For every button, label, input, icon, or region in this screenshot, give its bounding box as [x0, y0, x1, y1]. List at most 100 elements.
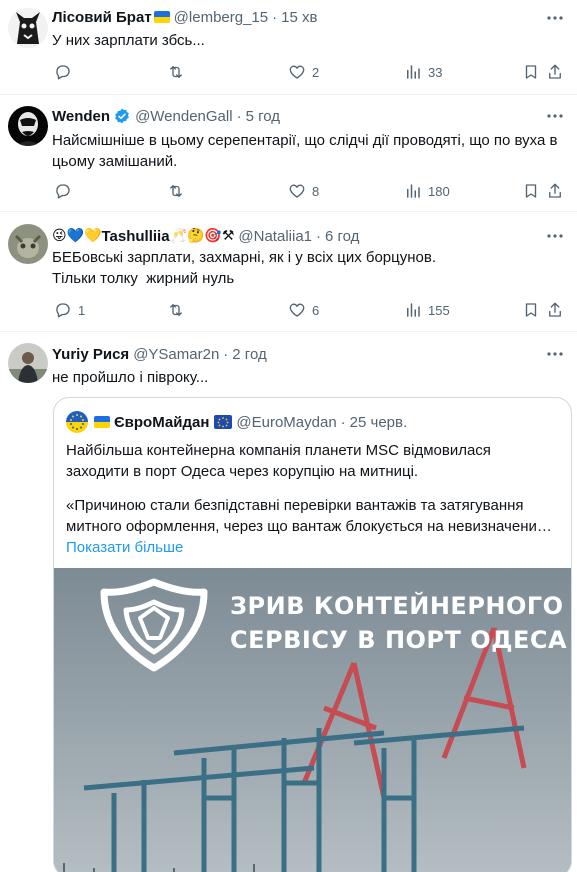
- media-title-line: ЗРИВ КОНТЕЙНЕРНОГО: [230, 592, 564, 620]
- action-bar: 8 180: [52, 181, 561, 201]
- quoted-text-line: заходити в порт Одеса через корупцію на …: [66, 463, 419, 480]
- repost-button[interactable]: [167, 62, 191, 82]
- display-name[interactable]: Yuriy Рися: [52, 346, 129, 363]
- tweet-text: Найсмішніше в цьому серепентарії, що слі…: [52, 130, 563, 172]
- reply-button[interactable]: [54, 62, 78, 82]
- repost-icon: [170, 66, 182, 78]
- repost-button[interactable]: [167, 300, 191, 320]
- analytics-icon: [407, 303, 420, 317]
- share-button[interactable]: [546, 181, 564, 201]
- reply-button[interactable]: [54, 181, 78, 201]
- tweet[interactable]: 😜💙💛 Tashulliia 🥂🤔🎯⚒ @Nataliia1 · 6 год Б…: [0, 212, 577, 332]
- tweet-text-line: не пройшло і півроку...: [52, 369, 209, 386]
- action-bar: 2 33: [52, 62, 561, 82]
- views-button[interactable]: 180: [404, 181, 450, 201]
- view-count: 33: [428, 64, 443, 80]
- like-count: 8: [312, 183, 320, 199]
- user-handle[interactable]: @lemberg_15: [174, 9, 268, 26]
- avatar-image: [8, 106, 48, 146]
- quoted-user-handle[interactable]: @EuroMaydan: [236, 414, 336, 431]
- more-options-icon[interactable]: [545, 226, 565, 246]
- bookmark-button[interactable]: [522, 181, 540, 201]
- tweet-text: У них зарплати збсь...: [52, 30, 563, 51]
- bookmark-icon: [525, 184, 537, 198]
- avatar[interactable]: [8, 224, 48, 264]
- like-button[interactable]: 8: [288, 181, 319, 201]
- bookmark-button[interactable]: [522, 62, 540, 82]
- views-button[interactable]: 33: [404, 62, 442, 82]
- timestamp[interactable]: 6 год: [325, 228, 359, 245]
- share-button[interactable]: [546, 300, 564, 320]
- quoted-timestamp[interactable]: 25 черв.: [350, 414, 408, 431]
- quoted-text-line: «Причиною стали безпідставні перевірки в…: [66, 497, 524, 514]
- repost-icon: [170, 304, 182, 316]
- view-count: 180: [428, 183, 450, 199]
- reply-button[interactable]: 1: [54, 300, 85, 320]
- eu-stars-icon: [66, 411, 88, 433]
- tweet[interactable]: Лісовий Брат @lemberg_15 · 15 хв У них з…: [0, 0, 577, 95]
- like-count: 6: [312, 302, 320, 318]
- tweet-text-line: БЕБовські зарплати, захмарні, як і у всі…: [52, 249, 437, 266]
- quoted-tweet[interactable]: ЄвроМайдан @EuroMaydan · 25 черв. Найбіл…: [53, 397, 572, 872]
- heart-icon: [289, 303, 305, 317]
- repost-icon: [170, 185, 182, 197]
- more-options-icon[interactable]: [545, 106, 565, 126]
- user-handle[interactable]: @WendenGall: [135, 108, 233, 125]
- show-more-link[interactable]: Показати більше: [66, 537, 561, 558]
- media-title-line: СЕРВІСУ В ПОРТ ОДЕСА: [230, 626, 568, 654]
- bookmark-icon: [525, 65, 537, 79]
- timestamp[interactable]: 5 год: [246, 108, 280, 125]
- quoted-text-line: митного оформлення, через що вантаж блок…: [66, 518, 552, 535]
- tweet-text-line: У них зарплати збсь...: [52, 32, 205, 49]
- view-count: 155: [428, 302, 450, 318]
- heart-icon: [289, 184, 305, 198]
- verified-badge-icon: [115, 108, 129, 124]
- avatar[interactable]: [8, 343, 48, 383]
- tweet-header: Yuriy Рися @YSamar2n · 2 год: [52, 344, 267, 364]
- share-icon: [549, 302, 561, 317]
- analytics-icon: [407, 65, 420, 79]
- like-count: 2: [312, 64, 320, 80]
- tweet-text-line: Найсмішніше в цьому серепентарії, що слі…: [52, 132, 558, 149]
- separator: ·: [236, 107, 242, 125]
- ukraine-flag-icon: [153, 11, 170, 23]
- heart-icon: [289, 65, 305, 79]
- repost-button[interactable]: [167, 181, 191, 201]
- avatar-image: [8, 224, 48, 264]
- tweet-text: БЕБовські зарплати, захмарні, як і у всі…: [52, 247, 563, 289]
- tweet-header: 😜💙💛 Tashulliia 🥂🤔🎯⚒ @Nataliia1 · 6 год: [52, 226, 359, 246]
- tweet-header: Лісовий Брат @lemberg_15 · 15 хв: [52, 7, 317, 27]
- user-handle[interactable]: @Nataliia1: [238, 228, 312, 245]
- quoted-media-image[interactable]: ЗРИВ КОНТЕЙНЕРНОГО СЕРВІСУ В ПОРТ ОДЕСА: [54, 568, 571, 872]
- quoted-avatar[interactable]: [66, 411, 88, 433]
- tweet[interactable]: Wenden @WendenGall · 5 год Найсмішніше в…: [0, 95, 577, 212]
- reply-icon: [56, 65, 70, 80]
- avatar[interactable]: [8, 8, 48, 48]
- quoted-display-name[interactable]: ЄвроМайдан: [114, 414, 209, 431]
- quoted-text-line: Найбільша контейнерна компанія планети M…: [66, 442, 491, 459]
- bookmark-button[interactable]: [522, 300, 540, 320]
- avatar-image: [8, 8, 48, 48]
- avatar[interactable]: [8, 106, 48, 146]
- timestamp[interactable]: 15 хв: [281, 9, 317, 26]
- quoted-tweet-text: Найбільша контейнерна компанія планети M…: [66, 440, 561, 558]
- name-emoji-suffix: 🥂🤔🎯⚒: [169, 228, 235, 244]
- display-name[interactable]: Tashulliia: [101, 228, 169, 245]
- like-button[interactable]: 6: [288, 300, 319, 320]
- share-icon: [549, 183, 561, 198]
- tweet-text: не пройшло і півроку...: [52, 367, 563, 388]
- views-button[interactable]: 155: [404, 300, 450, 320]
- timestamp[interactable]: 2 год: [232, 346, 266, 363]
- share-button[interactable]: [546, 62, 564, 82]
- action-bar: 1 6 155: [52, 300, 561, 320]
- more-options-icon[interactable]: [545, 344, 565, 364]
- display-name[interactable]: Wenden: [52, 108, 110, 125]
- more-options-icon[interactable]: [545, 8, 565, 28]
- share-icon: [549, 64, 561, 79]
- user-handle[interactable]: @YSamar2n: [133, 346, 219, 363]
- quoted-tweet-header: ЄвроМайдан @EuroMaydan · 25 черв.: [66, 411, 408, 433]
- eu-flag-icon: [214, 415, 233, 429]
- display-name[interactable]: Лісовий Брат: [52, 9, 152, 26]
- like-button[interactable]: 2: [288, 62, 319, 82]
